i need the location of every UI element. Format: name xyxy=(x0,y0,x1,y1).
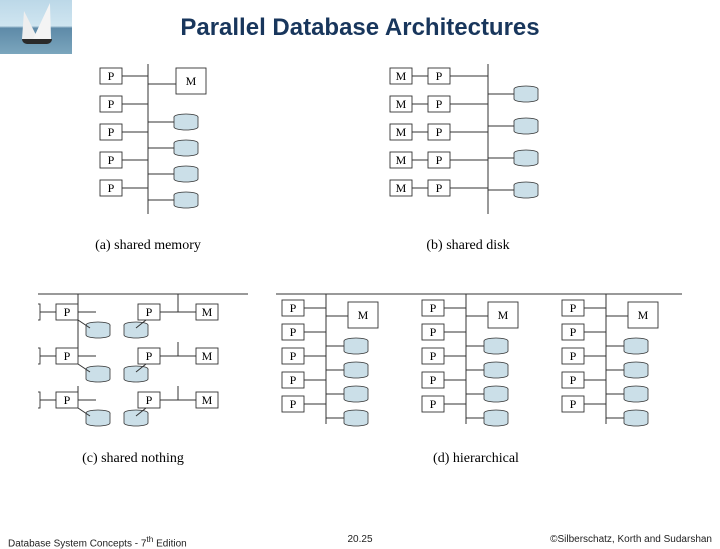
svg-text:P: P xyxy=(108,181,115,195)
memory-module: M xyxy=(148,68,206,94)
svg-text:P: P xyxy=(436,153,443,167)
disk-stack xyxy=(148,114,198,208)
svg-text:P: P xyxy=(570,301,577,315)
svg-text:P: P xyxy=(108,125,115,139)
svg-text:M: M xyxy=(396,125,407,139)
page-title: Parallel Database Architectures xyxy=(0,14,720,42)
svg-text:P: P xyxy=(436,181,443,195)
processor: P xyxy=(100,152,148,168)
svg-text:M: M xyxy=(202,305,213,319)
svg-text:M: M xyxy=(638,308,649,322)
p-label: P xyxy=(108,69,115,83)
architecture-figures: P P P P P M (a) shared memory MP MP MP M… xyxy=(38,64,682,504)
svg-text:P: P xyxy=(290,373,297,387)
cluster: P P P P P M xyxy=(282,294,378,426)
svg-text:P: P xyxy=(430,349,437,363)
processor: P xyxy=(100,180,148,196)
svg-text:P: P xyxy=(430,373,437,387)
node: MP xyxy=(390,68,488,84)
node: MP xyxy=(390,124,488,140)
node: MP xyxy=(390,152,488,168)
processor: P xyxy=(100,96,148,112)
processor: P xyxy=(100,68,148,84)
svg-text:M: M xyxy=(498,308,509,322)
caption-b: (b) shared disk xyxy=(426,238,509,253)
cluster: P P P P P M xyxy=(562,294,658,426)
processor: P xyxy=(100,124,148,140)
node: MP xyxy=(38,386,110,426)
node: MP xyxy=(390,96,488,112)
fig-shared-memory: P P P P P M (a) shared memory xyxy=(95,64,206,253)
node: PM xyxy=(124,386,218,426)
node: MP xyxy=(38,294,110,338)
svg-text:M: M xyxy=(202,349,213,363)
svg-text:M: M xyxy=(396,153,407,167)
svg-text:P: P xyxy=(108,153,115,167)
svg-text:P: P xyxy=(290,397,297,411)
node-row: MP MP MP MP MP xyxy=(390,68,488,196)
svg-text:P: P xyxy=(430,397,437,411)
svg-text:P: P xyxy=(64,393,71,407)
svg-text:P: P xyxy=(570,325,577,339)
disk-stack xyxy=(488,86,538,198)
svg-text:P: P xyxy=(290,301,297,315)
node: PM xyxy=(124,294,218,338)
svg-text:P: P xyxy=(290,349,297,363)
svg-text:P: P xyxy=(430,325,437,339)
svg-text:P: P xyxy=(436,69,443,83)
node: PM xyxy=(124,342,218,382)
svg-text:P: P xyxy=(570,349,577,363)
svg-text:P: P xyxy=(64,349,71,363)
caption-c: (c) shared nothing xyxy=(82,451,184,466)
fig-hierarchical: P P P P P M P P P P P M P P xyxy=(276,294,682,466)
processor-row: P P P P P xyxy=(100,68,148,196)
node: MP xyxy=(390,180,488,196)
svg-text:P: P xyxy=(430,301,437,315)
cluster: P P P P P M xyxy=(422,294,518,426)
svg-text:P: P xyxy=(146,349,153,363)
fig-shared-nothing: MP MP MP PM PM PM (c) shared nothing xyxy=(38,294,248,466)
svg-text:P: P xyxy=(570,373,577,387)
svg-text:P: P xyxy=(146,393,153,407)
svg-text:P: P xyxy=(146,305,153,319)
caption-d: (d) hierarchical xyxy=(433,451,519,466)
svg-text:M: M xyxy=(202,393,213,407)
fig-shared-disk: MP MP MP MP MP (b) shared disk xyxy=(390,64,538,253)
svg-text:P: P xyxy=(436,97,443,111)
svg-text:P: P xyxy=(64,305,71,319)
svg-text:M: M xyxy=(358,308,369,322)
svg-text:M: M xyxy=(396,97,407,111)
svg-text:P: P xyxy=(436,125,443,139)
svg-text:P: P xyxy=(108,97,115,111)
caption-a: (a) shared memory xyxy=(95,238,201,253)
svg-text:M: M xyxy=(396,69,407,83)
svg-text:P: P xyxy=(290,325,297,339)
svg-text:P: P xyxy=(570,397,577,411)
m-label: M xyxy=(186,74,197,88)
svg-text:M: M xyxy=(396,181,407,195)
